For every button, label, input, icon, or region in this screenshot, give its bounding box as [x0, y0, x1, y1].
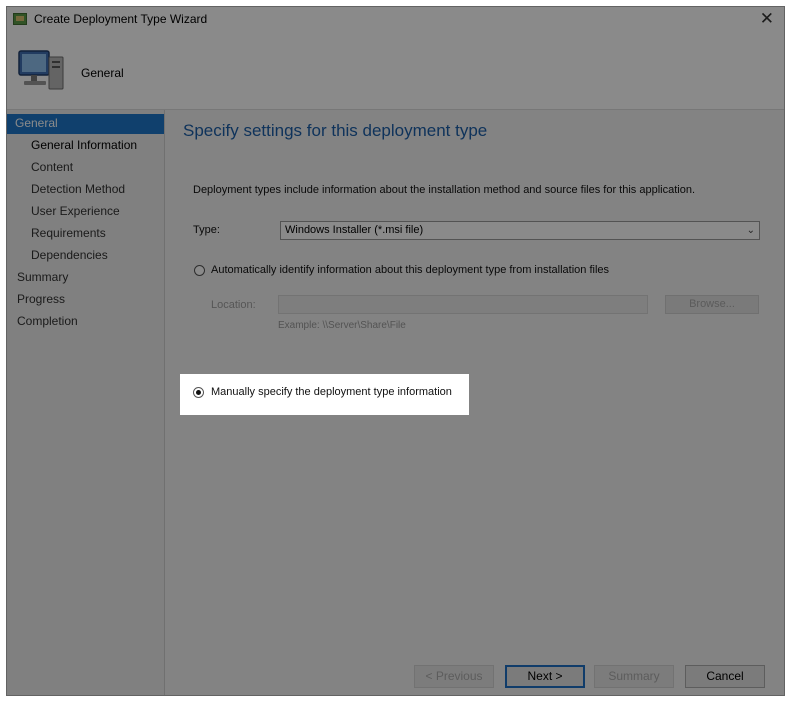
type-select[interactable]: Windows Installer (*.msi file) ⌄ — [280, 221, 760, 240]
wizard-app-icon — [13, 13, 27, 25]
location-example-hint: Example: \\Server\Share\File — [278, 320, 406, 331]
next-button[interactable]: Next > — [505, 665, 585, 688]
summary-button[interactable]: Summary — [594, 665, 674, 688]
window-title: Create Deployment Type Wizard — [34, 12, 208, 26]
nav-general-information[interactable]: General Information — [7, 136, 164, 156]
page-heading: Specify settings for this deployment typ… — [183, 121, 488, 140]
cancel-button[interactable]: Cancel — [685, 665, 765, 688]
nav-progress[interactable]: Progress — [7, 290, 164, 310]
title-bar: Create Deployment Type Wizard ✕ — [7, 7, 784, 33]
auto-identify-label[interactable]: Automatically identify information about… — [211, 264, 609, 276]
auto-identify-radio[interactable] — [194, 265, 205, 276]
wizard-sidebar: General General Information Content Dete… — [7, 110, 165, 695]
location-input[interactable] — [278, 295, 648, 314]
wizard-window: Create Deployment Type Wizard ✕ General … — [6, 6, 785, 696]
previous-button[interactable]: < Previous — [414, 665, 494, 688]
nav-detection-method[interactable]: Detection Method — [7, 180, 164, 200]
nav-content[interactable]: Content — [7, 158, 164, 178]
nav-general[interactable]: General — [7, 114, 164, 134]
close-icon[interactable]: ✕ — [760, 9, 774, 29]
nav-completion[interactable]: Completion — [7, 312, 164, 332]
header-title: General — [81, 66, 124, 80]
nav-summary[interactable]: Summary — [7, 268, 164, 288]
type-label: Type: — [193, 224, 220, 236]
nav-dependencies[interactable]: Dependencies — [7, 246, 164, 266]
nav-requirements[interactable]: Requirements — [7, 224, 164, 244]
type-select-value: Windows Installer (*.msi file) — [285, 224, 424, 236]
manual-specify-radio[interactable] — [193, 387, 204, 398]
description-text: Deployment types include information abo… — [193, 184, 696, 196]
chevron-down-icon[interactable]: ⌄ — [747, 222, 755, 239]
browse-button[interactable]: Browse... — [665, 295, 759, 314]
computer-icon — [18, 50, 64, 90]
manual-specify-label[interactable]: Manually specify the deployment type inf… — [211, 386, 452, 398]
wizard-header: General — [7, 33, 784, 110]
location-label: Location: — [211, 299, 256, 311]
nav-user-experience[interactable]: User Experience — [7, 202, 164, 222]
manual-option-highlight: Manually specify the deployment type inf… — [180, 374, 469, 415]
